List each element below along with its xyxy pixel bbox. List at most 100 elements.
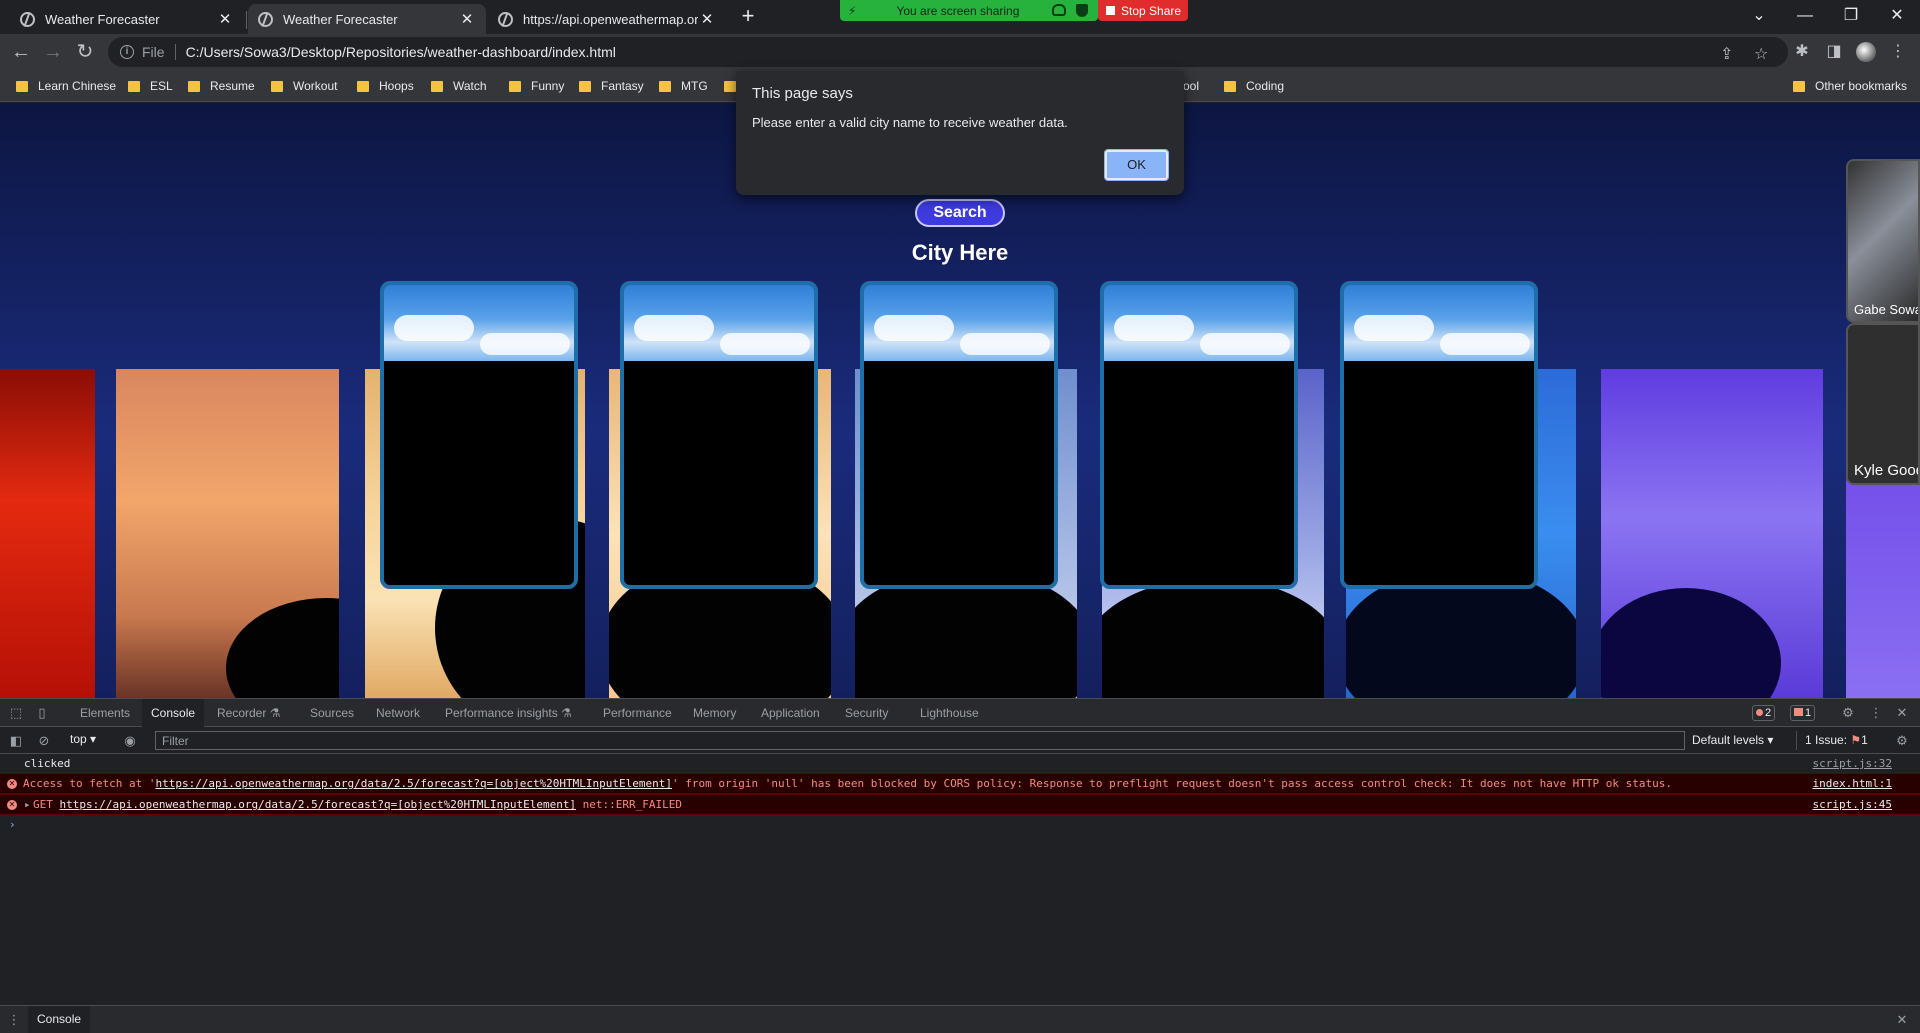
tab-memory[interactable]: Memory: [693, 699, 736, 727]
sky-image: [864, 285, 1054, 361]
console-error-row: ✕ ▸ GET https://api.openweathermap.org/d…: [0, 794, 1920, 815]
context-select[interactable]: top ▾: [70, 732, 96, 746]
address-bar[interactable]: i File C:/Users/Sowa3/Desktop/Repositori…: [108, 37, 1788, 67]
close-devtools-icon[interactable]: ✕: [1894, 705, 1910, 721]
console-source-link[interactable]: index.html:1: [1813, 774, 1892, 794]
issues-counter[interactable]: 1 Issue: ⚑1: [1796, 731, 1868, 750]
console-filter-input[interactable]: [155, 731, 1685, 750]
tab-api-openweathermap[interactable]: https://api.openweathermap.org ✕: [488, 4, 726, 34]
folder-icon: [188, 80, 200, 92]
console-url-link[interactable]: https://api.openweathermap.org/data/2.5/…: [60, 798, 577, 811]
devtools-tab-bar: ⬚ ▯ Elements Console Recorder ⚗ Sources …: [0, 699, 1920, 727]
close-drawer-icon[interactable]: ✕: [1894, 1012, 1910, 1028]
log-levels-dropdown[interactable]: Default levels ▾: [1692, 733, 1773, 747]
tab-elements[interactable]: Elements: [80, 699, 130, 727]
bookmark-folder[interactable]: Fantasy: [579, 78, 644, 94]
screen-share-status: ⚡ You are screen sharing: [840, 0, 1098, 21]
tab-search-button[interactable]: ⌄: [1736, 4, 1782, 28]
console-settings-gear-icon[interactable]: ⚙: [1894, 733, 1910, 749]
alert-dialog: This page says Please enter a valid city…: [736, 71, 1184, 195]
drawer-menu-icon[interactable]: ⋮: [6, 1012, 22, 1028]
error-count-badge[interactable]: 2: [1752, 705, 1776, 721]
close-tab-icon[interactable]: ✕: [216, 10, 234, 28]
tab-sources[interactable]: Sources: [310, 699, 354, 727]
bookmark-folder[interactable]: ool: [1183, 78, 1199, 94]
bookmark-folder[interactable]: MTG: [659, 78, 708, 94]
minimize-button[interactable]: —: [1782, 4, 1828, 28]
bookmark-folder[interactable]: Watch: [431, 78, 487, 94]
more-options-icon[interactable]: ⋮: [1868, 705, 1884, 721]
bookmark-folder[interactable]: Resume: [188, 78, 255, 94]
inspect-element-icon[interactable]: ⬚: [8, 705, 24, 721]
bookmark-folder[interactable]: Workout: [271, 78, 337, 94]
stop-share-button[interactable]: Stop Share: [1098, 0, 1188, 21]
bolt-icon: ⚡: [848, 3, 857, 18]
browser-toolbar: ← → ↻ i File C:/Users/Sowa3/Desktop/Repo…: [0, 34, 1920, 70]
stop-share-label: Stop Share: [1121, 3, 1182, 18]
forecast-card: [1340, 281, 1538, 589]
bookmark-folder[interactable]: Hoops: [357, 78, 414, 94]
bookmark-folder[interactable]: Funny: [509, 78, 564, 94]
tab-recorder[interactable]: Recorder ⚗: [217, 699, 280, 727]
side-panel-icon[interactable]: ◨: [1822, 40, 1846, 64]
participant-video-tile[interactable]: Gabe Sowa: [1846, 159, 1920, 323]
sidebar-toggle-icon[interactable]: ◧: [8, 733, 24, 749]
bookmark-folder[interactable]: Learn Chinese: [16, 78, 116, 94]
bookmark-folder[interactable]: Coding: [1224, 78, 1284, 94]
search-button[interactable]: Search: [915, 199, 1005, 227]
console-log-row: clicked script.js:32: [0, 756, 1920, 772]
url-text[interactable]: C:/Users/Sowa3/Desktop/Repositories/weat…: [186, 44, 616, 60]
forward-arrow-icon[interactable]: →: [41, 40, 65, 64]
clear-console-icon[interactable]: ⊘: [36, 733, 52, 749]
extensions-puzzle-icon[interactable]: ✱: [1790, 40, 1814, 64]
participant-video-tile[interactable]: Kyle Good: [1846, 323, 1920, 485]
ok-button[interactable]: OK: [1104, 149, 1169, 181]
tab-security[interactable]: Security: [845, 699, 888, 727]
close-tab-icon[interactable]: ✕: [698, 10, 716, 28]
tab-performance-insights[interactable]: Performance insights ⚗: [445, 699, 572, 727]
console-url-link[interactable]: https://api.openweathermap.org/data/2.5/…: [155, 777, 672, 790]
tab-weather-forecaster-2[interactable]: Weather Forecaster ✕: [248, 4, 486, 34]
folder-icon: [357, 80, 369, 92]
dropdown-arrow-icon: ▾: [90, 732, 97, 746]
folder-icon: [1224, 80, 1236, 92]
expand-arrow-icon[interactable]: ▸: [24, 795, 31, 815]
tab-network[interactable]: Network: [376, 699, 420, 727]
sky-image: [1104, 285, 1294, 361]
tab-title: Weather Forecaster: [283, 11, 398, 27]
settings-gear-icon[interactable]: ⚙: [1840, 705, 1856, 721]
info-icon[interactable]: i: [120, 45, 134, 59]
restore-button[interactable]: ❐: [1828, 4, 1874, 28]
new-tab-button[interactable]: +: [738, 5, 758, 28]
site-scheme-label: File: [142, 44, 165, 60]
tab-lighthouse[interactable]: Lighthouse: [920, 699, 979, 727]
bookmark-folder[interactable]: ESL: [128, 78, 173, 94]
background-image: [116, 369, 339, 698]
device-toolbar-icon[interactable]: ▯: [34, 705, 50, 721]
tab-console[interactable]: Console: [142, 699, 205, 727]
tab-weather-forecaster-1[interactable]: Weather Forecaster ✕: [10, 4, 244, 34]
console-toolbar: ◧ ⊘ top ▾ ◉ Default levels ▾ 1 Issue: ⚑1…: [0, 728, 1920, 754]
warning-count-badge[interactable]: 1: [1790, 705, 1816, 721]
forecast-card: [860, 281, 1058, 589]
eye-icon[interactable]: ◉: [122, 733, 138, 749]
share-icon[interactable]: ⇪: [1720, 44, 1733, 64]
back-arrow-icon[interactable]: ←: [9, 40, 33, 64]
shield-icon[interactable]: [1076, 4, 1088, 17]
reload-icon[interactable]: ↻: [73, 40, 97, 64]
tab-application[interactable]: Application: [761, 699, 820, 727]
console-source-link[interactable]: script.js:45: [1813, 795, 1892, 815]
cloud-icon[interactable]: [1052, 4, 1066, 16]
close-window-button[interactable]: ✕: [1874, 4, 1920, 28]
drawer-tab-console[interactable]: Console: [28, 1006, 91, 1033]
console-prompt[interactable]: ›: [0, 817, 1920, 833]
console-message: Access to fetch at 'https://api.openweat…: [23, 777, 1673, 790]
close-tab-icon[interactable]: ✕: [458, 10, 476, 28]
share-status-text: You are screen sharing: [896, 3, 1020, 18]
profile-avatar[interactable]: [1856, 42, 1876, 62]
console-source-link[interactable]: script.js:32: [1813, 756, 1892, 772]
more-menu-icon[interactable]: ⋮: [1886, 40, 1910, 64]
tab-performance[interactable]: Performance: [603, 699, 672, 727]
bookmark-star-icon[interactable]: ☆: [1754, 44, 1768, 64]
other-bookmarks[interactable]: Other bookmarks: [1793, 78, 1907, 94]
